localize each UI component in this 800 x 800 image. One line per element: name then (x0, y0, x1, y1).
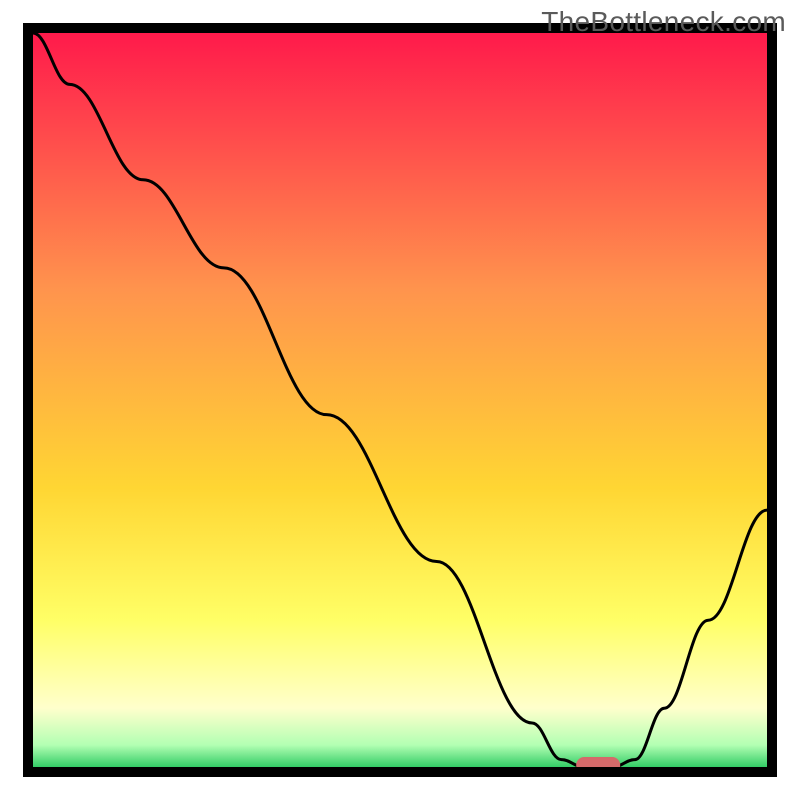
watermark-label: TheBottleneck.com (541, 6, 786, 38)
bottleneck-chart: TheBottleneck.com (0, 0, 800, 800)
chart-svg (0, 0, 800, 800)
gradient-background (33, 33, 767, 767)
